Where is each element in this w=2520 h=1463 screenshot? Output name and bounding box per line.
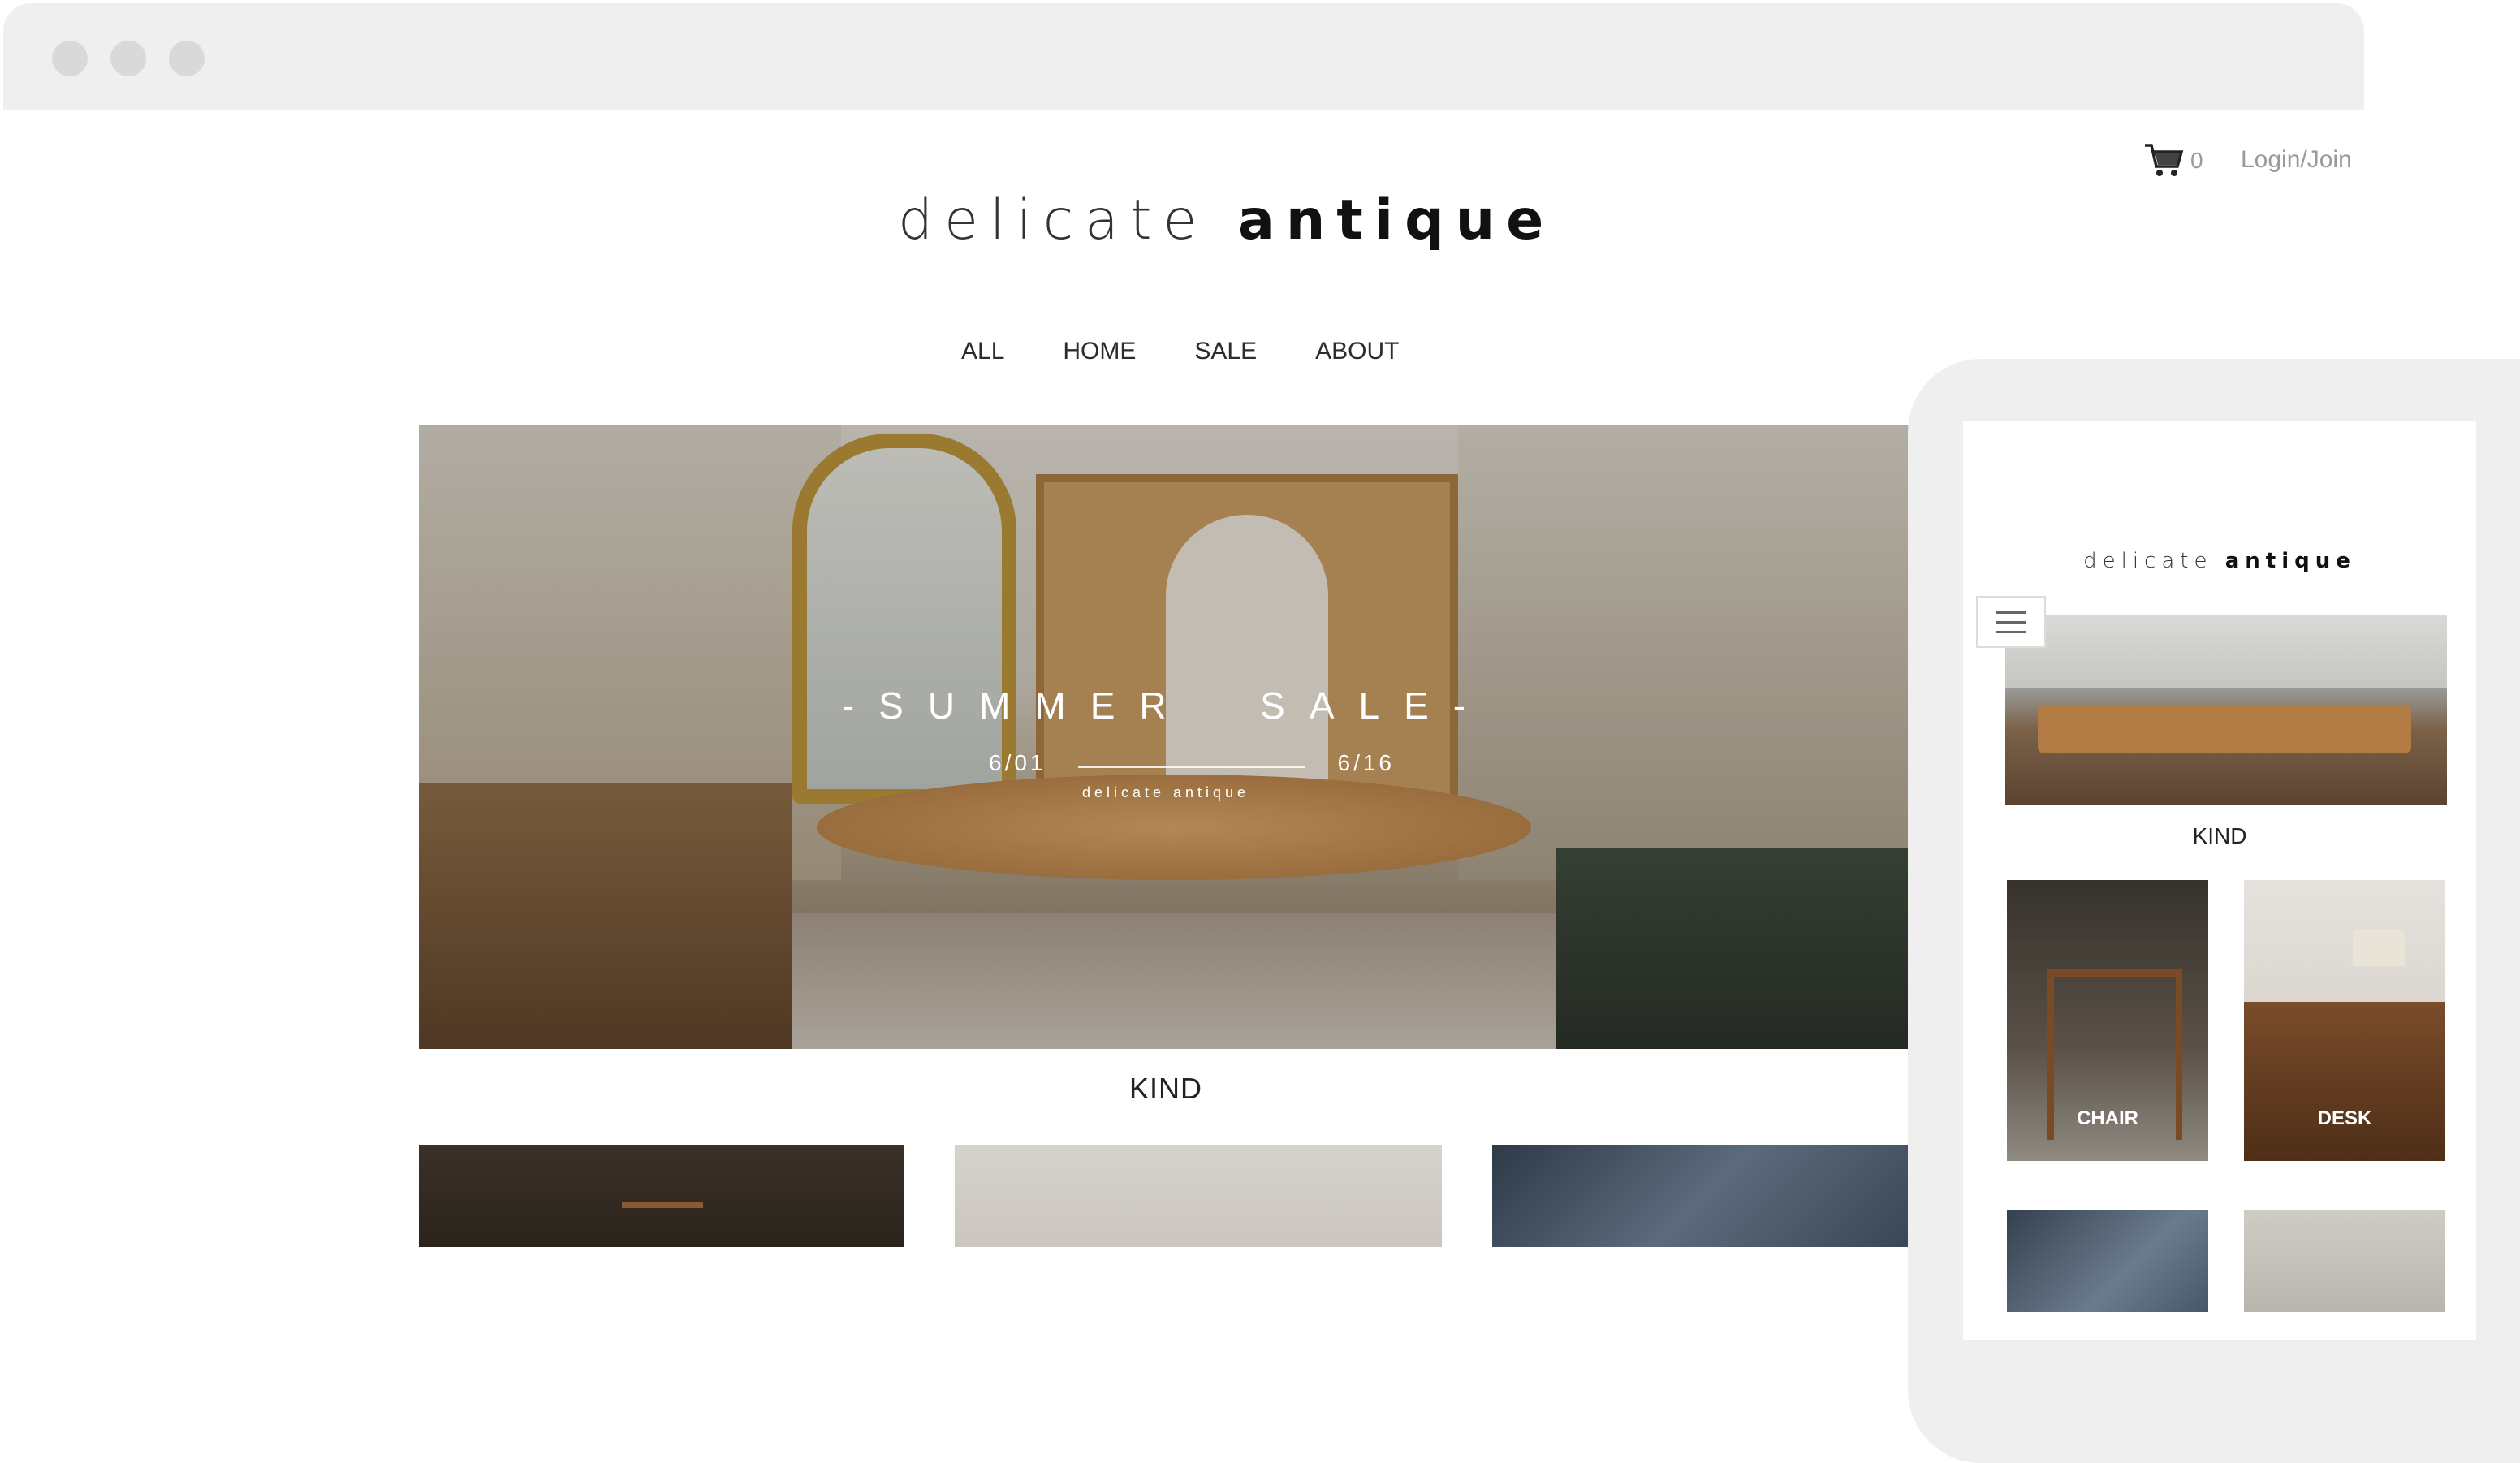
browser-title-bar	[3, 3, 2364, 110]
mobile-kind-card-chair[interactable]: CHAIR	[2007, 880, 2208, 1161]
nav-item-home[interactable]: HOME	[1063, 338, 1136, 365]
main-nav: ALL HOME SALE ABOUT	[961, 338, 1399, 365]
window-close-dot[interactable]	[52, 41, 88, 76]
hero-banner[interactable]: -SUMMER SALE- 6/01 6/16 delicate antique	[419, 425, 1913, 1049]
kind-section-title: KIND	[1128, 1072, 1202, 1105]
mobile-phone-frame: delicate antique KIND CHAIR DESK	[1908, 359, 2520, 1463]
sale-date-end: 6/16	[1337, 750, 1395, 775]
mobile-kind-card-desk[interactable]: DESK	[2244, 880, 2445, 1161]
mobile-hero-image[interactable]	[2005, 615, 2447, 805]
window-maximize-dot[interactable]	[169, 41, 205, 76]
mobile-kind-card-label: DESK	[2317, 1107, 2372, 1129]
site-logo[interactable]: delicate antique	[898, 188, 1543, 252]
sale-title: -SUMMER SALE-	[841, 684, 1491, 727]
mobile-kind-card-label: CHAIR	[2077, 1107, 2138, 1129]
desk-photo	[2244, 1002, 2445, 1161]
lamp-photo	[2353, 929, 2405, 966]
cart-button[interactable]: 0	[2143, 138, 2203, 183]
mobile-logo-bold-text: antique	[2224, 549, 2356, 573]
sale-date-start: 6/01	[989, 750, 1046, 775]
mobile-screen: delicate antique KIND CHAIR DESK	[1963, 421, 2476, 1340]
nav-item-sale[interactable]: SALE	[1194, 338, 1257, 365]
sale-date-divider	[1078, 766, 1305, 768]
mobile-logo-light-text: delicate	[2083, 549, 2225, 573]
cart-count: 0	[2190, 148, 2203, 173]
kind-tile-third[interactable]	[1492, 1145, 1913, 1247]
mobile-kind-title: KIND	[2192, 823, 2247, 848]
hamburger-icon	[1996, 611, 2026, 614]
nav-item-all[interactable]: ALL	[961, 338, 1004, 365]
logo-light-text: delicate	[898, 188, 1237, 252]
sale-brand: delicate antique	[1081, 784, 1250, 801]
kind-tile-chair[interactable]	[419, 1145, 904, 1247]
sale-dates: 6/01 6/16	[981, 750, 1403, 783]
login-join-link[interactable]: Login/Join	[2241, 146, 2352, 174]
nav-item-about[interactable]: ABOUT	[1315, 338, 1399, 365]
mobile-kind-card-third[interactable]	[2007, 1210, 2208, 1312]
kind-tile-desk[interactable]	[955, 1145, 1442, 1247]
cart-icon	[2145, 144, 2184, 176]
mobile-site-logo[interactable]: delicate antique	[1963, 549, 2476, 573]
hamburger-menu-button[interactable]	[1976, 596, 2046, 648]
logo-bold-text: antique	[1236, 188, 1556, 252]
mobile-kind-card-fourth[interactable]	[2244, 1210, 2445, 1312]
window-minimize-dot[interactable]	[110, 41, 146, 76]
